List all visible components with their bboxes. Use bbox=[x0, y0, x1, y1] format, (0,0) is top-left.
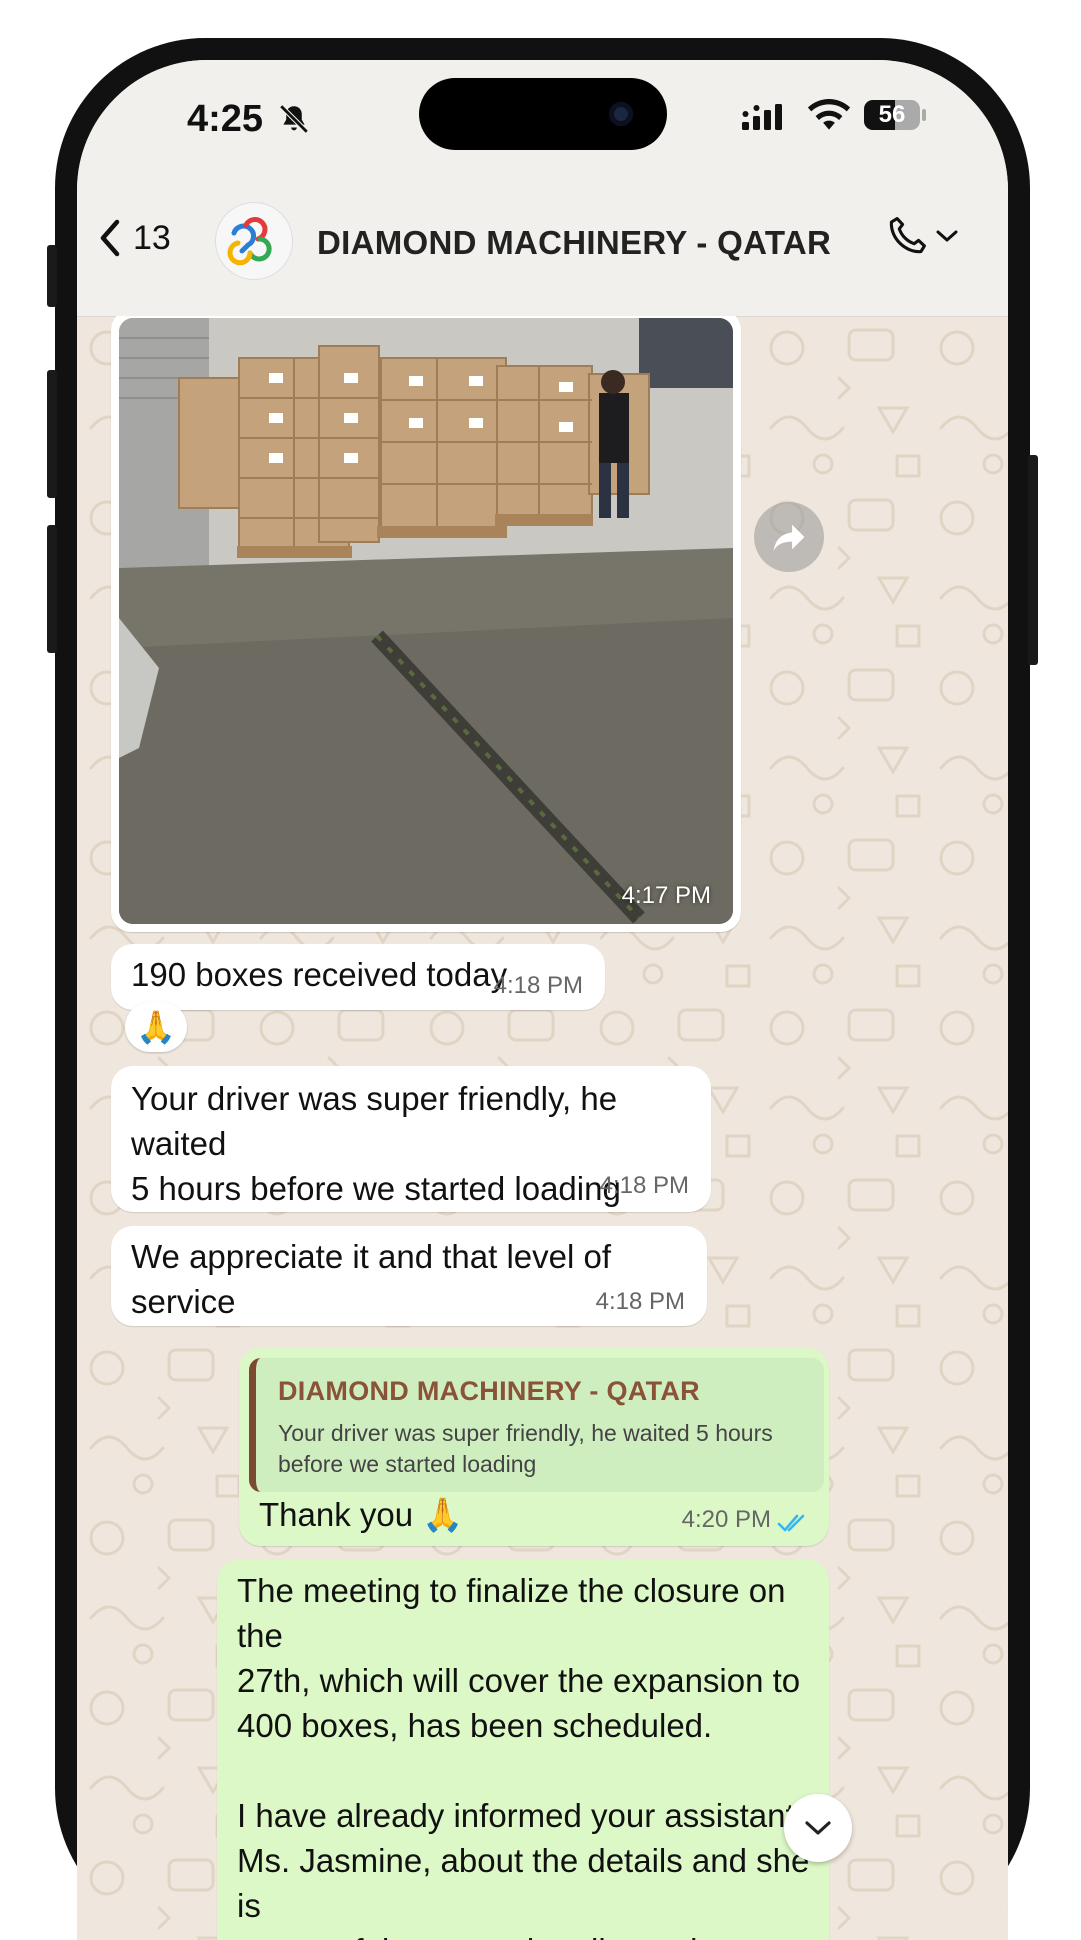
message-line: Your driver was super friendly, he waite… bbox=[131, 1080, 618, 1162]
message-line: 400 boxes, has been scheduled. bbox=[237, 1707, 713, 1744]
front-camera bbox=[609, 102, 633, 126]
message-line: 27th, which will cover the expansion to bbox=[237, 1662, 801, 1699]
message-text: The meeting to finalize the closure on t… bbox=[237, 1568, 829, 1940]
message-line: The meeting to finalize the closure on t… bbox=[237, 1572, 786, 1654]
battery-level: 56 bbox=[878, 101, 906, 128]
incoming-message[interactable]: 190 boxes received today 4:18 PM bbox=[111, 944, 605, 1010]
warehouse-photo[interactable]: 4:17 PM bbox=[119, 318, 733, 924]
dynamic-island bbox=[419, 78, 667, 150]
chat-area[interactable]: 4:17 PM 190 boxes received today 4:18 PM… bbox=[77, 316, 1008, 1940]
message-time: 4:17 PM bbox=[621, 882, 711, 909]
quoted-sender: DIAMOND MACHINERY - QATAR bbox=[278, 1376, 700, 1406]
reaction-badge[interactable]: 🙏 bbox=[125, 1002, 187, 1052]
cellular-signal-icon bbox=[742, 104, 782, 130]
phone-screen: 4:25 56 13 DIAMOND MACHINERY - QATAR 4:1… bbox=[77, 60, 1008, 1940]
warehouse-image bbox=[119, 318, 733, 924]
contact-name[interactable]: DIAMOND MACHINERY - QATAR bbox=[317, 224, 831, 262]
battery-tip bbox=[922, 109, 926, 121]
back-button[interactable]: 13 bbox=[97, 218, 171, 258]
battery-icon: 56 bbox=[864, 100, 920, 130]
incoming-message[interactable]: We appreciate it and that level of servi… bbox=[111, 1226, 707, 1326]
avatar[interactable] bbox=[215, 202, 293, 280]
company-logo-icon bbox=[227, 217, 272, 266]
bell-slash-icon bbox=[279, 104, 309, 134]
phone-icon bbox=[889, 217, 926, 254]
power-button bbox=[1028, 455, 1038, 665]
volume-up-button bbox=[47, 370, 57, 498]
chevron-down-icon bbox=[936, 230, 958, 242]
message-line bbox=[237, 1748, 829, 1793]
action-button bbox=[47, 245, 57, 307]
message-text: 190 boxes received today bbox=[131, 956, 508, 993]
image-message[interactable]: 4:17 PM bbox=[111, 316, 741, 932]
message-time: 4:20 PM bbox=[681, 1506, 771, 1533]
message-line: I have already informed your assistant, bbox=[237, 1797, 804, 1834]
message-text: Thank you 🙏 bbox=[259, 1496, 464, 1533]
status-time: 4:25 bbox=[187, 98, 264, 140]
quoted-message[interactable]: DIAMOND MACHINERY - QATAR Your driver wa… bbox=[249, 1358, 824, 1492]
chat-header: 13 DIAMOND MACHINERY - QATAR bbox=[77, 180, 1008, 317]
incoming-message[interactable]: Your driver was super friendly, he waite… bbox=[111, 1066, 711, 1212]
chevron-left-icon bbox=[100, 219, 120, 257]
message-line: Ms. Jasmine, about the details and she i… bbox=[237, 1842, 810, 1924]
read-receipt-icon bbox=[777, 1514, 805, 1532]
call-button[interactable] bbox=[885, 214, 959, 258]
quoted-line: before we started loading bbox=[278, 1451, 537, 1477]
message-time: 4:18 PM bbox=[599, 1172, 689, 1199]
message-time: 4:18 PM bbox=[595, 1288, 685, 1315]
unread-count: 13 bbox=[133, 218, 171, 257]
outgoing-message[interactable]: The meeting to finalize the closure on t… bbox=[217, 1560, 829, 1940]
message-time: 4:18 PM bbox=[493, 972, 583, 999]
quoted-line: Your driver was super friendly, he waite… bbox=[278, 1420, 773, 1446]
forward-button[interactable] bbox=[754, 502, 824, 572]
status-bar: 4:25 56 bbox=[77, 60, 1008, 180]
forward-icon bbox=[773, 524, 805, 551]
quoted-text: Your driver was super friendly, he waite… bbox=[278, 1418, 818, 1480]
wifi-icon bbox=[807, 99, 851, 130]
volume-down-button bbox=[47, 525, 57, 653]
chevron-down-icon bbox=[805, 1821, 831, 1835]
outgoing-message[interactable]: DIAMOND MACHINERY - QATAR Your driver wa… bbox=[239, 1348, 829, 1546]
message-line: aware of the upcoming discussion. bbox=[237, 1928, 829, 1940]
scroll-to-bottom-button[interactable] bbox=[784, 1794, 852, 1862]
